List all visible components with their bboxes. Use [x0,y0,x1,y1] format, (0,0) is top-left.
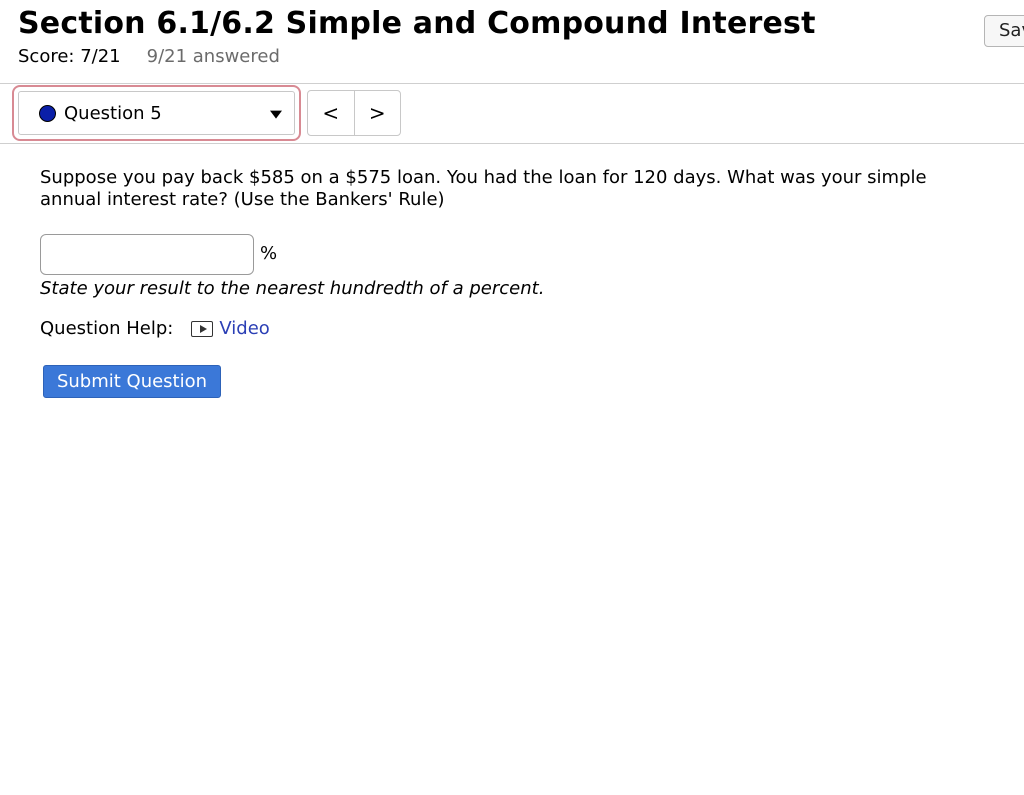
question-help: Question Help: Video [40,318,270,339]
submit-question-button[interactable]: Submit Question [43,365,221,398]
chevron-left-icon: < [322,101,340,125]
previous-question-button[interactable]: < [308,91,354,135]
divider [0,143,1024,144]
dropdown-caret-icon [270,110,282,119]
video-play-icon[interactable] [191,320,214,337]
question-selector[interactable]: Question 5 [18,91,295,135]
chevron-right-icon: > [368,101,386,125]
question-status-dot-icon [39,104,56,122]
question-prompt: Suppose you pay back $585 on a $575 loan… [40,167,927,210]
divider [0,83,1024,84]
answered-count: 9/21 answered [146,46,280,67]
save-button[interactable]: Sav [984,15,1024,47]
score-summary: Score: 7/21 9/21 answered [18,46,280,67]
video-help-link[interactable]: Video [219,318,269,339]
page-title: Section 6.1/6.2 Simple and Compound Inte… [18,6,816,41]
answer-input[interactable] [40,234,254,275]
question-selector-label: Question 5 [64,102,162,124]
answer-instruction: State your result to the nearest hundred… [40,278,545,299]
question-help-label: Question Help: [40,318,174,339]
score-text: Score: 7/21 [18,46,121,67]
next-question-button[interactable]: > [353,91,401,135]
question-nav-group: < > [307,90,401,136]
assessment-page: Section 6.1/6.2 Simple and Compound Inte… [0,0,1024,795]
question-selector-focus-ring: Question 5 [12,85,301,141]
answer-unit-label: % [260,243,278,264]
